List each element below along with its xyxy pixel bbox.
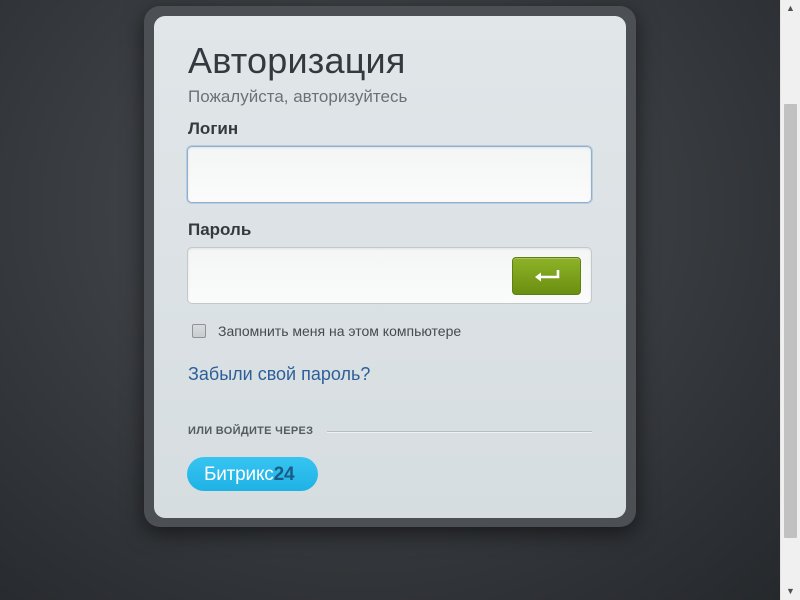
or-login-via-label: ИЛИ ВОЙДИТЕ ЧЕРЕЗ xyxy=(188,425,314,437)
password-label: Пароль xyxy=(188,220,252,239)
page-subtitle: Пожалуйста, авторизуйтесь xyxy=(188,87,408,106)
scroll-thumb[interactable] xyxy=(784,104,797,538)
page-background: Авторизация Пожалуйста, авторизуйтесь Ло… xyxy=(0,0,780,600)
password-input[interactable] xyxy=(188,248,508,303)
login-label: Логин xyxy=(188,119,239,138)
bitrix24-number: 24 xyxy=(273,464,295,485)
login-card-frame: Авторизация Пожалуйста, авторизуйтесь Ло… xyxy=(144,6,636,527)
login-field-wrapper xyxy=(187,146,592,203)
scroll-down-arrow-icon[interactable]: ▼ xyxy=(781,583,800,600)
forgot-password-link[interactable]: Забыли свой пароль? xyxy=(188,364,370,385)
bitrix24-label: Битрикс xyxy=(204,464,274,485)
remember-checkbox[interactable] xyxy=(192,324,206,338)
login-card: Авторизация Пожалуйста, авторизуйтесь Ло… xyxy=(154,16,626,518)
login-input[interactable] xyxy=(188,147,591,202)
remember-label[interactable]: Запомнить меня на этом компьютере xyxy=(218,323,461,339)
page-title: Авторизация xyxy=(188,40,406,81)
vertical-scrollbar[interactable]: ▲ ▼ xyxy=(780,0,800,600)
password-field-wrapper xyxy=(187,247,592,304)
divider xyxy=(327,431,592,433)
submit-button[interactable] xyxy=(512,257,581,295)
enter-arrow-icon xyxy=(535,270,560,282)
bitrix24-login-button[interactable]: Битрикс24 xyxy=(187,457,318,491)
bitrix24-logo: Битрикс24 xyxy=(204,464,295,486)
scroll-up-arrow-icon[interactable]: ▲ xyxy=(781,0,800,17)
